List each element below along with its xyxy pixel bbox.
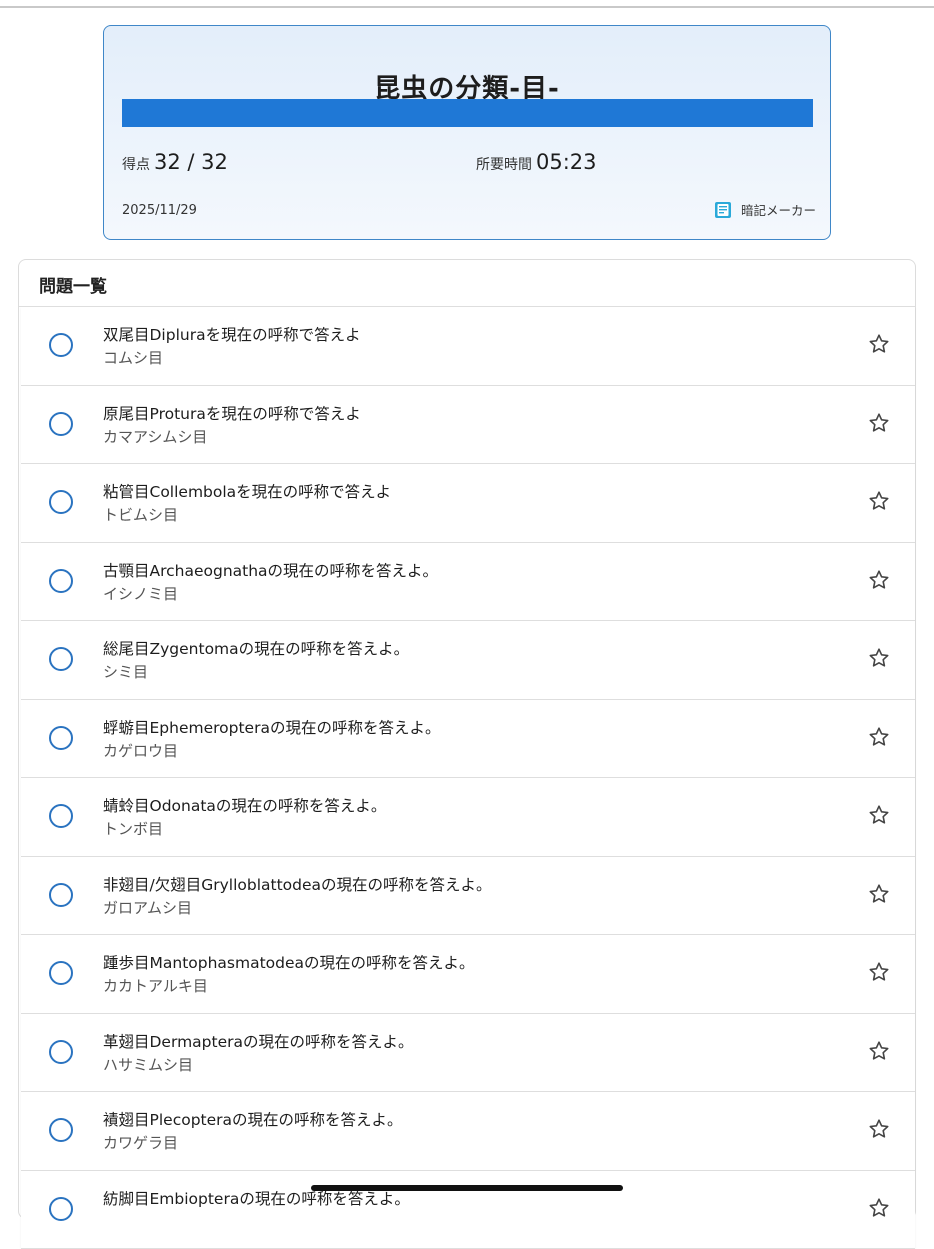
answer-text: ガロアムシ目 bbox=[103, 897, 192, 918]
list-item[interactable]: 総尾目Zygentomaの現在の呼称を答えよ。シミ目 bbox=[21, 621, 915, 700]
circle-correct-icon bbox=[49, 726, 73, 750]
list-item[interactable]: 革翅目Dermapteraの現在の呼称を答えよ。ハサミムシ目 bbox=[21, 1014, 915, 1093]
question-list: 双尾目Dipluraを現在の呼称で答えよコムシ目原尾目Proturaを現在の呼称… bbox=[21, 307, 915, 1249]
home-indicator[interactable] bbox=[311, 1185, 623, 1191]
star-outline-icon[interactable] bbox=[867, 646, 891, 670]
list-item[interactable]: 紡脚目Embiopteraの現在の呼称を答えよ。 bbox=[21, 1171, 915, 1249]
circle-correct-icon bbox=[49, 883, 73, 907]
notebook-icon bbox=[714, 201, 732, 219]
star-outline-icon[interactable] bbox=[867, 568, 891, 592]
circle-correct-icon bbox=[49, 804, 73, 828]
list-item[interactable]: 双尾目Dipluraを現在の呼称で答えよコムシ目 bbox=[21, 307, 915, 386]
score-label: 得点 bbox=[122, 154, 150, 174]
circle-correct-icon bbox=[49, 569, 73, 593]
question-list-panel: 問題一覧 双尾目Dipluraを現在の呼称で答えよコムシ目原尾目Proturaを… bbox=[18, 259, 916, 1219]
time-label: 所要時間 bbox=[476, 154, 532, 174]
circle-correct-icon bbox=[49, 333, 73, 357]
star-outline-icon[interactable] bbox=[867, 1196, 891, 1220]
question-text: 古顎目Archaeognathaの現在の呼称を答えよ。 bbox=[103, 559, 438, 581]
list-item[interactable]: 襀翅目Plecopteraの現在の呼称を答えよ。カワゲラ目 bbox=[21, 1092, 915, 1171]
list-item[interactable]: 原尾目Proturaを現在の呼称で答えよカマアシムシ目 bbox=[21, 386, 915, 465]
score-stat: 得点 32 / 32 bbox=[122, 150, 228, 174]
circle-correct-icon bbox=[49, 1197, 73, 1221]
star-outline-icon[interactable] bbox=[867, 332, 891, 356]
answer-text: カカトアルキ目 bbox=[103, 975, 208, 996]
answer-text: コムシ目 bbox=[103, 347, 163, 368]
list-item[interactable]: 蜻蛉目Odonataの現在の呼称を答えよ。トンボ目 bbox=[21, 778, 915, 857]
question-text: 非翅目/欠翅目Grylloblattodeaの現在の呼称を答えよ。 bbox=[103, 873, 492, 895]
question-text: 蜉蝣目Ephemeropteraの現在の呼称を答えよ。 bbox=[103, 716, 440, 738]
question-list-header: 問題一覧 bbox=[39, 272, 107, 297]
circle-correct-icon bbox=[49, 412, 73, 436]
question-text: 蜻蛉目Odonataの現在の呼称を答えよ。 bbox=[103, 794, 386, 816]
answer-text: カゲロウ目 bbox=[103, 740, 178, 761]
answer-text: トンボ目 bbox=[103, 818, 163, 839]
list-item[interactable]: 非翅目/欠翅目Grylloblattodeaの現在の呼称を答えよ。ガロアムシ目 bbox=[21, 857, 915, 936]
result-summary-card: 昆虫の分類-目- 得点 32 / 32 所要時間 05:23 2025/11/2… bbox=[103, 25, 831, 240]
question-text: 総尾目Zygentomaの現在の呼称を答えよ。 bbox=[103, 637, 409, 659]
star-outline-icon[interactable] bbox=[867, 1117, 891, 1141]
question-text: 革翅目Dermapteraの現在の呼称を答えよ。 bbox=[103, 1030, 414, 1052]
star-outline-icon[interactable] bbox=[867, 803, 891, 827]
star-outline-icon[interactable] bbox=[867, 411, 891, 435]
star-outline-icon[interactable] bbox=[867, 725, 891, 749]
progress-bar bbox=[122, 99, 813, 127]
list-item[interactable]: 古顎目Archaeognathaの現在の呼称を答えよ。イシノミ目 bbox=[21, 543, 915, 622]
list-item[interactable]: 踵歩目Mantophasmatodeaの現在の呼称を答えよ。カカトアルキ目 bbox=[21, 935, 915, 1014]
star-outline-icon[interactable] bbox=[867, 882, 891, 906]
answer-text: トビムシ目 bbox=[103, 504, 178, 525]
time-value: 05:23 bbox=[536, 150, 597, 174]
quiz-date: 2025/11/29 bbox=[122, 203, 197, 218]
score-value: 32 / 32 bbox=[154, 150, 228, 174]
question-text: 双尾目Dipluraを現在の呼称で答えよ bbox=[103, 323, 361, 345]
question-text: 原尾目Proturaを現在の呼称で答えよ bbox=[103, 402, 361, 424]
top-divider bbox=[0, 6, 934, 8]
circle-correct-icon bbox=[49, 490, 73, 514]
circle-correct-icon bbox=[49, 647, 73, 671]
question-text: 踵歩目Mantophasmatodeaの現在の呼称を答えよ。 bbox=[103, 951, 475, 973]
answer-text: シミ目 bbox=[103, 661, 148, 682]
circle-correct-icon bbox=[49, 1118, 73, 1142]
question-text: 襀翅目Plecopteraの現在の呼称を答えよ。 bbox=[103, 1108, 403, 1130]
answer-text: イシノミ目 bbox=[103, 583, 178, 604]
answer-text: カワゲラ目 bbox=[103, 1132, 178, 1153]
answer-text: カマアシムシ目 bbox=[103, 426, 207, 447]
star-outline-icon[interactable] bbox=[867, 960, 891, 984]
circle-correct-icon bbox=[49, 961, 73, 985]
question-text: 粘管目Collembolaを現在の呼称で答えよ bbox=[103, 480, 391, 502]
star-outline-icon[interactable] bbox=[867, 489, 891, 513]
list-item[interactable]: 蜉蝣目Ephemeropteraの現在の呼称を答えよ。カゲロウ目 bbox=[21, 700, 915, 779]
memo-maker-label: 暗記メーカー bbox=[741, 200, 816, 219]
answer-text: ハサミムシ目 bbox=[103, 1054, 193, 1075]
time-stat: 所要時間 05:23 bbox=[476, 150, 597, 174]
list-item[interactable]: 粘管目Collembolaを現在の呼称で答えよトビムシ目 bbox=[21, 464, 915, 543]
memo-maker-link[interactable]: 暗記メーカー bbox=[714, 200, 816, 219]
star-outline-icon[interactable] bbox=[867, 1039, 891, 1063]
progress-bar-fill bbox=[122, 99, 813, 127]
circle-correct-icon bbox=[49, 1040, 73, 1064]
